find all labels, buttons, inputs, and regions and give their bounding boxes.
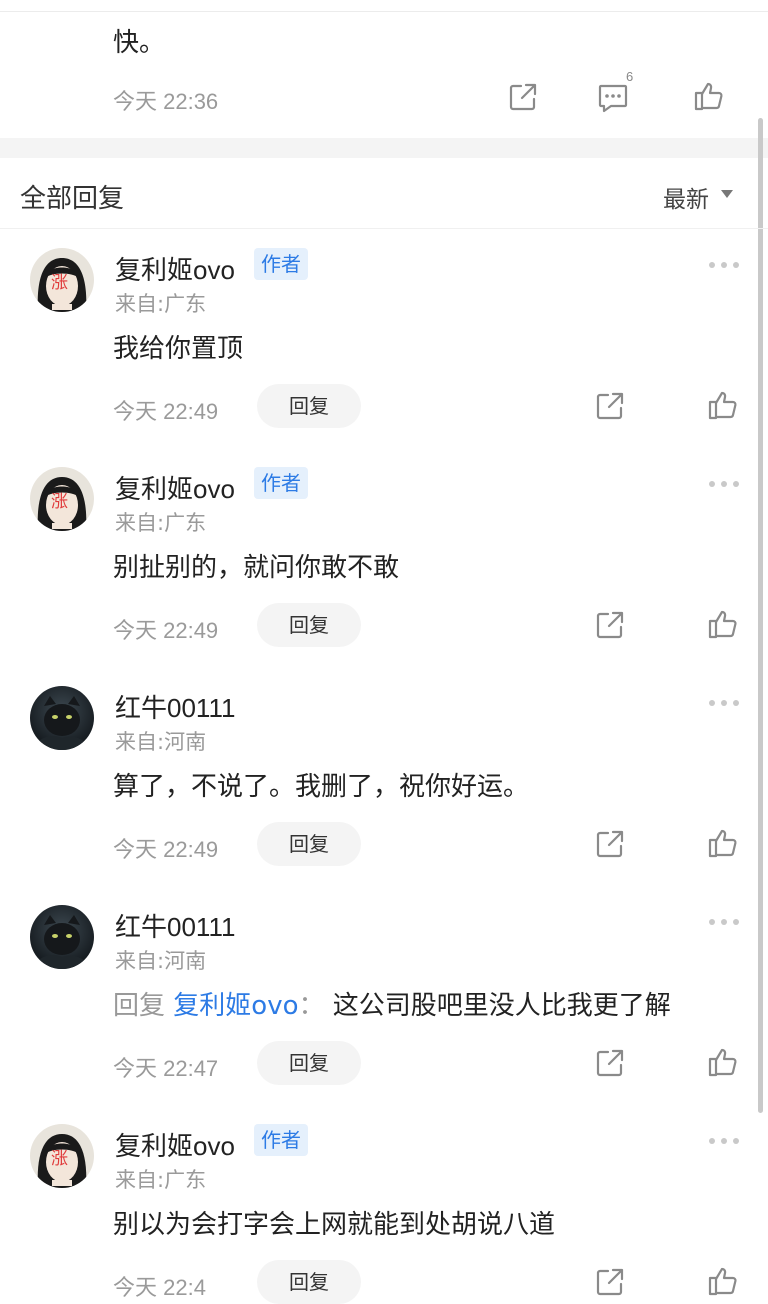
reply-button[interactable]: 回复 [257,603,361,647]
avatar[interactable] [30,905,94,969]
username[interactable]: 复利姬ovo [115,469,235,506]
share-icon[interactable] [595,1267,625,1297]
more-icon[interactable] [709,1137,739,1145]
share-icon[interactable] [595,391,625,421]
reply-content: 我给你置顶 [113,334,244,364]
location: 来自:河南 [115,949,207,973]
location: 来自:广东 [115,292,207,316]
like-icon[interactable] [707,389,739,421]
reply-button[interactable]: 回复 [257,1041,361,1085]
avatar-stamp: 涨 [51,492,68,512]
avatar-stamp: 涨 [51,1149,68,1169]
avatar-stamp: 涨 [51,273,68,293]
like-icon[interactable] [707,827,739,859]
reply-button[interactable]: 回复 [257,1260,361,1304]
more-icon[interactable] [709,480,739,488]
previous-comment-time: 今天 22:36 [113,89,219,114]
reply-button[interactable]: 回复 [257,384,361,428]
top-divider [0,11,768,12]
reply-content: 别扯别的，就问你敢不敢 [113,553,400,583]
username[interactable]: 复利姬ovo [115,250,235,287]
scrollbar[interactable] [758,118,763,1113]
reply-time: 今天 22:47 [113,1056,219,1081]
share-icon[interactable] [595,829,625,859]
like-icon[interactable] [707,1265,739,1297]
reply-prefix: 回复 [113,991,166,1021]
reply-content: 别以为会打字会上网就能到处胡说八道 [113,1210,556,1240]
comment-count: 6 [626,69,634,84]
sort-dropdown[interactable]: 最新 [663,180,709,214]
like-icon[interactable] [693,80,725,112]
avatar[interactable] [30,686,94,750]
reply-time: 今天 22:49 [113,399,219,424]
caret-down-icon[interactable] [721,190,733,198]
all-replies-title: 全部回复 [20,184,125,214]
more-icon[interactable] [709,918,739,926]
location: 来自:河南 [115,730,207,754]
username[interactable]: 红牛00111 [115,907,235,944]
more-icon[interactable] [709,699,739,707]
previous-comment-text: 快。 [113,28,166,58]
share-icon[interactable] [595,1048,625,1078]
comment-icon[interactable] [597,82,629,114]
share-icon[interactable] [508,82,538,112]
location: 来自:广东 [115,511,207,535]
author-badge: 作者 [254,467,308,499]
share-icon[interactable] [595,610,625,640]
reply-target-user[interactable]: 复利姬ovo [173,991,298,1021]
reply-time: 今天 22:49 [113,618,219,643]
like-icon[interactable] [707,608,739,640]
location: 来自:广东 [115,1168,207,1192]
username[interactable]: 复利姬ovo [115,1126,235,1163]
section-divider [0,228,768,229]
username[interactable]: 红牛00111 [115,688,235,725]
section-separator [0,138,768,158]
author-badge: 作者 [254,1124,308,1156]
reply-time: 今天 22:49 [113,837,219,862]
reply-button[interactable]: 回复 [257,822,361,866]
reply-content: 算了，不说了。我删了，祝你好运。 [113,772,530,802]
author-badge: 作者 [254,248,308,280]
reply-colon: ： [298,991,325,1021]
reply-content: 回复 复利姬ovo： 这公司股吧里没人比我更了解 [113,985,671,1022]
reply-text: 这公司股吧里没人比我更了解 [332,991,671,1021]
like-icon[interactable] [707,1046,739,1078]
reply-time: 今天 22:4 [113,1275,206,1300]
more-icon[interactable] [709,261,739,269]
